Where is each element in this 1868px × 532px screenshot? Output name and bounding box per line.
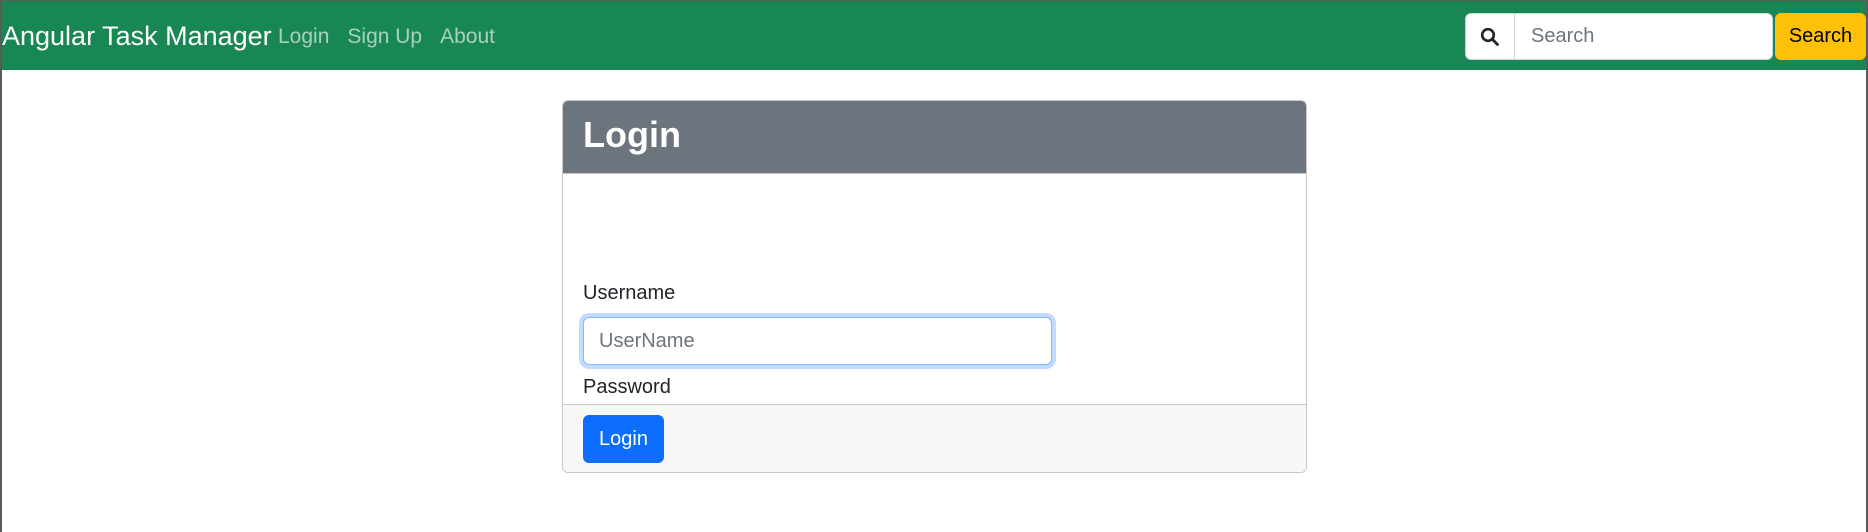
- username-label: Username: [583, 282, 676, 304]
- login-title: Login: [583, 114, 681, 155]
- search-input[interactable]: [1515, 13, 1773, 60]
- nav-link-about[interactable]: About: [440, 23, 495, 51]
- search-icon: [1465, 13, 1515, 60]
- top-navbar: Angular Task Manager Login Sign Up About…: [2, 0, 1866, 70]
- brand-link[interactable]: Angular Task Manager: [2, 18, 272, 54]
- login-card-body: Username Password: [563, 174, 1306, 459]
- nav-link-login[interactable]: Login: [278, 23, 329, 51]
- login-card-header: Login: [563, 101, 1306, 174]
- login-button[interactable]: Login: [583, 415, 664, 463]
- search-group: Search: [1465, 13, 1866, 60]
- login-card: Login Username Password Login: [562, 100, 1307, 473]
- search-button[interactable]: Search: [1775, 13, 1866, 60]
- password-label: Password: [583, 376, 671, 398]
- nav-link-sign-up[interactable]: Sign Up: [347, 23, 422, 51]
- login-card-footer: Login: [563, 404, 1306, 472]
- nav-links: Login Sign Up About: [278, 23, 513, 51]
- username-field[interactable]: [583, 317, 1052, 365]
